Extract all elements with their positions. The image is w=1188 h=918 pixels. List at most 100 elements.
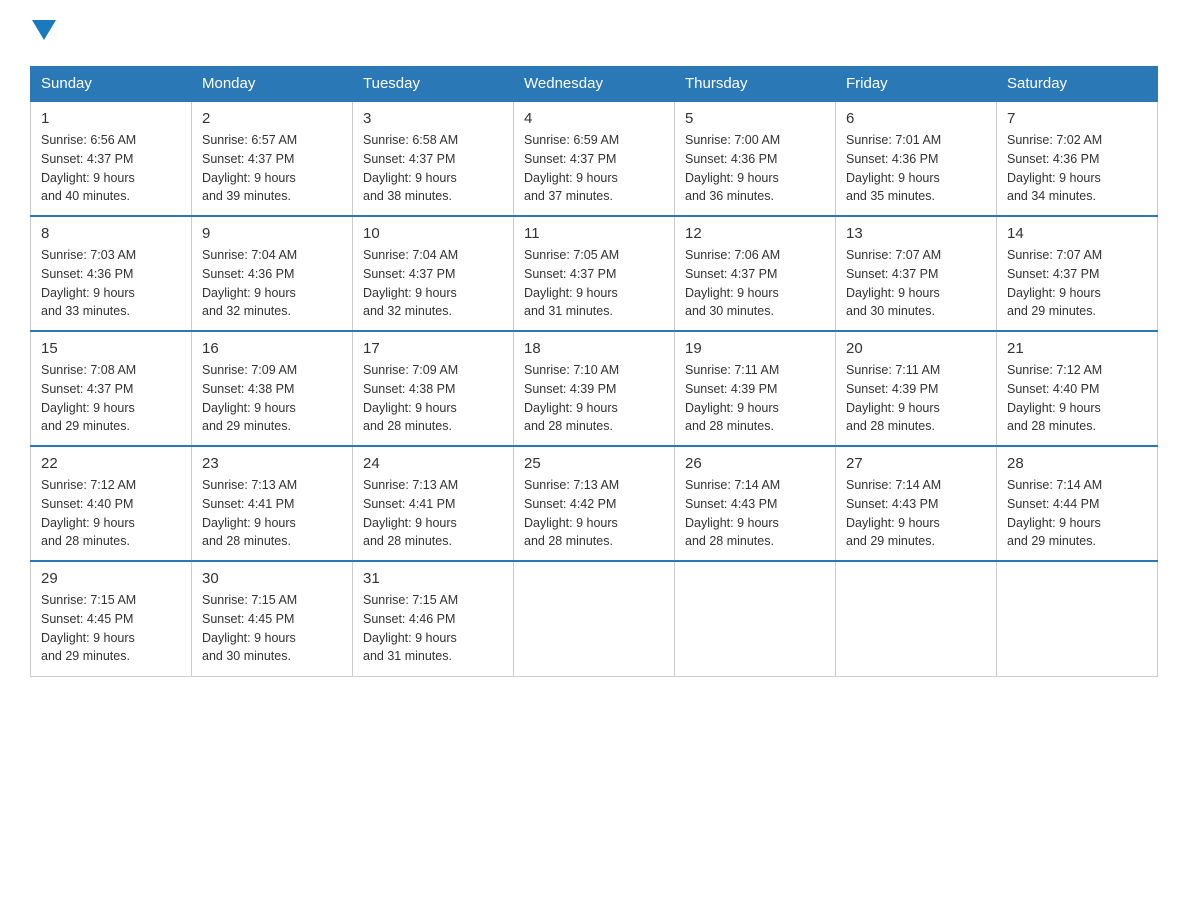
header-saturday: Saturday: [997, 67, 1158, 102]
calendar-day-cell: 19 Sunrise: 7:11 AMSunset: 4:39 PMDaylig…: [675, 331, 836, 446]
day-number: 14: [1007, 225, 1147, 242]
day-number: 3: [363, 110, 503, 127]
day-info: Sunrise: 7:08 AMSunset: 4:37 PMDaylight:…: [41, 363, 136, 433]
calendar-week-row: 22 Sunrise: 7:12 AMSunset: 4:40 PMDaylig…: [31, 446, 1158, 561]
day-info: Sunrise: 7:07 AMSunset: 4:37 PMDaylight:…: [846, 248, 941, 318]
day-number: 30: [202, 570, 342, 587]
day-info: Sunrise: 7:09 AMSunset: 4:38 PMDaylight:…: [363, 363, 458, 433]
day-number: 29: [41, 570, 181, 587]
calendar-day-cell: 27 Sunrise: 7:14 AMSunset: 4:43 PMDaylig…: [836, 446, 997, 561]
day-info: Sunrise: 7:05 AMSunset: 4:37 PMDaylight:…: [524, 248, 619, 318]
day-number: 1: [41, 110, 181, 127]
day-info: Sunrise: 7:13 AMSunset: 4:41 PMDaylight:…: [202, 478, 297, 548]
calendar-day-cell: 30 Sunrise: 7:15 AMSunset: 4:45 PMDaylig…: [192, 561, 353, 676]
header-row: SundayMondayTuesdayWednesdayThursdayFrid…: [31, 67, 1158, 102]
day-number: 10: [363, 225, 503, 242]
calendar-day-cell: 31 Sunrise: 7:15 AMSunset: 4:46 PMDaylig…: [353, 561, 514, 676]
day-info: Sunrise: 7:13 AMSunset: 4:42 PMDaylight:…: [524, 478, 619, 548]
day-info: Sunrise: 7:12 AMSunset: 4:40 PMDaylight:…: [41, 478, 136, 548]
calendar-day-cell: [997, 561, 1158, 676]
day-info: Sunrise: 7:04 AMSunset: 4:36 PMDaylight:…: [202, 248, 297, 318]
calendar-day-cell: 16 Sunrise: 7:09 AMSunset: 4:38 PMDaylig…: [192, 331, 353, 446]
day-number: 23: [202, 455, 342, 472]
calendar-day-cell: [675, 561, 836, 676]
calendar-day-cell: 21 Sunrise: 7:12 AMSunset: 4:40 PMDaylig…: [997, 331, 1158, 446]
day-info: Sunrise: 7:11 AMSunset: 4:39 PMDaylight:…: [685, 363, 779, 433]
day-number: 17: [363, 340, 503, 357]
calendar-day-cell: 18 Sunrise: 7:10 AMSunset: 4:39 PMDaylig…: [514, 331, 675, 446]
calendar-header: SundayMondayTuesdayWednesdayThursdayFrid…: [31, 67, 1158, 102]
day-info: Sunrise: 7:06 AMSunset: 4:37 PMDaylight:…: [685, 248, 780, 318]
day-number: 28: [1007, 455, 1147, 472]
calendar-day-cell: 2 Sunrise: 6:57 AMSunset: 4:37 PMDayligh…: [192, 101, 353, 216]
calendar-day-cell: 11 Sunrise: 7:05 AMSunset: 4:37 PMDaylig…: [514, 216, 675, 331]
calendar-table: SundayMondayTuesdayWednesdayThursdayFrid…: [30, 66, 1158, 677]
day-info: Sunrise: 7:15 AMSunset: 4:45 PMDaylight:…: [202, 593, 297, 663]
day-number: 2: [202, 110, 342, 127]
day-number: 13: [846, 225, 986, 242]
day-info: Sunrise: 7:01 AMSunset: 4:36 PMDaylight:…: [846, 133, 941, 203]
day-info: Sunrise: 7:14 AMSunset: 4:44 PMDaylight:…: [1007, 478, 1102, 548]
calendar-day-cell: 25 Sunrise: 7:13 AMSunset: 4:42 PMDaylig…: [514, 446, 675, 561]
day-info: Sunrise: 6:59 AMSunset: 4:37 PMDaylight:…: [524, 133, 619, 203]
calendar-day-cell: 9 Sunrise: 7:04 AMSunset: 4:36 PMDayligh…: [192, 216, 353, 331]
day-info: Sunrise: 7:15 AMSunset: 4:45 PMDaylight:…: [41, 593, 136, 663]
calendar-week-row: 15 Sunrise: 7:08 AMSunset: 4:37 PMDaylig…: [31, 331, 1158, 446]
day-number: 24: [363, 455, 503, 472]
calendar-day-cell: 1 Sunrise: 6:56 AMSunset: 4:37 PMDayligh…: [31, 101, 192, 216]
calendar-day-cell: 13 Sunrise: 7:07 AMSunset: 4:37 PMDaylig…: [836, 216, 997, 331]
day-info: Sunrise: 7:09 AMSunset: 4:38 PMDaylight:…: [202, 363, 297, 433]
day-info: Sunrise: 7:14 AMSunset: 4:43 PMDaylight:…: [846, 478, 941, 548]
day-info: Sunrise: 6:58 AMSunset: 4:37 PMDaylight:…: [363, 133, 458, 203]
calendar-day-cell: 20 Sunrise: 7:11 AMSunset: 4:39 PMDaylig…: [836, 331, 997, 446]
day-number: 11: [524, 225, 664, 242]
day-number: 15: [41, 340, 181, 357]
day-info: Sunrise: 7:04 AMSunset: 4:37 PMDaylight:…: [363, 248, 458, 318]
day-number: 12: [685, 225, 825, 242]
header-sunday: Sunday: [31, 67, 192, 102]
calendar-body: 1 Sunrise: 6:56 AMSunset: 4:37 PMDayligh…: [31, 101, 1158, 676]
calendar-day-cell: [836, 561, 997, 676]
calendar-day-cell: 8 Sunrise: 7:03 AMSunset: 4:36 PMDayligh…: [31, 216, 192, 331]
calendar-day-cell: 5 Sunrise: 7:00 AMSunset: 4:36 PMDayligh…: [675, 101, 836, 216]
day-info: Sunrise: 7:03 AMSunset: 4:36 PMDaylight:…: [41, 248, 136, 318]
day-number: 19: [685, 340, 825, 357]
day-number: 31: [363, 570, 503, 587]
day-info: Sunrise: 6:56 AMSunset: 4:37 PMDaylight:…: [41, 133, 136, 203]
day-number: 18: [524, 340, 664, 357]
header-thursday: Thursday: [675, 67, 836, 102]
header-monday: Monday: [192, 67, 353, 102]
day-number: 7: [1007, 110, 1147, 127]
day-number: 6: [846, 110, 986, 127]
calendar-day-cell: 10 Sunrise: 7:04 AMSunset: 4:37 PMDaylig…: [353, 216, 514, 331]
day-number: 25: [524, 455, 664, 472]
logo-text: [30, 20, 56, 46]
calendar-day-cell: 17 Sunrise: 7:09 AMSunset: 4:38 PMDaylig…: [353, 331, 514, 446]
day-number: 16: [202, 340, 342, 357]
calendar-day-cell: 3 Sunrise: 6:58 AMSunset: 4:37 PMDayligh…: [353, 101, 514, 216]
day-info: Sunrise: 7:07 AMSunset: 4:37 PMDaylight:…: [1007, 248, 1102, 318]
day-info: Sunrise: 7:10 AMSunset: 4:39 PMDaylight:…: [524, 363, 619, 433]
logo-triangle-icon: [32, 20, 56, 40]
calendar-day-cell: 24 Sunrise: 7:13 AMSunset: 4:41 PMDaylig…: [353, 446, 514, 561]
calendar-day-cell: 12 Sunrise: 7:06 AMSunset: 4:37 PMDaylig…: [675, 216, 836, 331]
calendar-day-cell: 6 Sunrise: 7:01 AMSunset: 4:36 PMDayligh…: [836, 101, 997, 216]
calendar-week-row: 29 Sunrise: 7:15 AMSunset: 4:45 PMDaylig…: [31, 561, 1158, 676]
calendar-day-cell: 23 Sunrise: 7:13 AMSunset: 4:41 PMDaylig…: [192, 446, 353, 561]
calendar-day-cell: 28 Sunrise: 7:14 AMSunset: 4:44 PMDaylig…: [997, 446, 1158, 561]
calendar-week-row: 1 Sunrise: 6:56 AMSunset: 4:37 PMDayligh…: [31, 101, 1158, 216]
calendar-day-cell: 4 Sunrise: 6:59 AMSunset: 4:37 PMDayligh…: [514, 101, 675, 216]
day-info: Sunrise: 7:13 AMSunset: 4:41 PMDaylight:…: [363, 478, 458, 548]
day-info: Sunrise: 7:14 AMSunset: 4:43 PMDaylight:…: [685, 478, 780, 548]
calendar-day-cell: 14 Sunrise: 7:07 AMSunset: 4:37 PMDaylig…: [997, 216, 1158, 331]
header-friday: Friday: [836, 67, 997, 102]
logo: [30, 20, 56, 46]
calendar-day-cell: 15 Sunrise: 7:08 AMSunset: 4:37 PMDaylig…: [31, 331, 192, 446]
day-number: 4: [524, 110, 664, 127]
calendar-day-cell: 22 Sunrise: 7:12 AMSunset: 4:40 PMDaylig…: [31, 446, 192, 561]
day-number: 26: [685, 455, 825, 472]
calendar-day-cell: 29 Sunrise: 7:15 AMSunset: 4:45 PMDaylig…: [31, 561, 192, 676]
day-number: 22: [41, 455, 181, 472]
day-info: Sunrise: 7:02 AMSunset: 4:36 PMDaylight:…: [1007, 133, 1102, 203]
day-number: 9: [202, 225, 342, 242]
